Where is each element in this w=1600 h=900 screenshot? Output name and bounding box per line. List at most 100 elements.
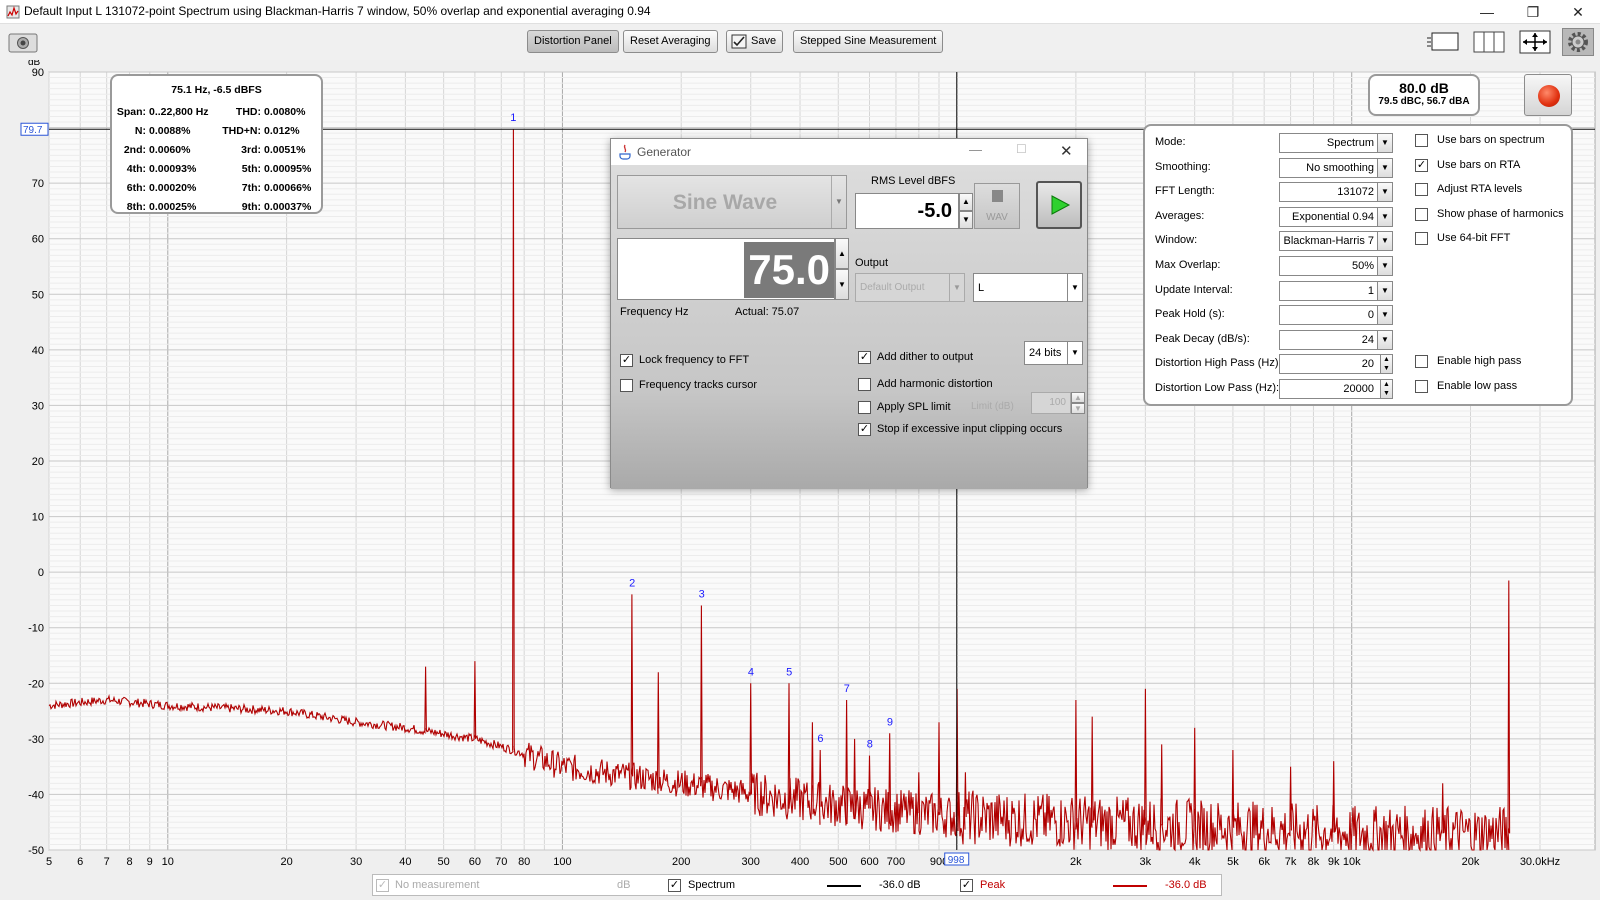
peak-value: -36.0 dB — [1165, 879, 1207, 891]
minimize-icon: — — [1480, 4, 1494, 20]
frequency-input[interactable]: 75.0 — [617, 238, 835, 300]
harmonic-marker: 5 — [786, 666, 792, 678]
chevron-down-icon: ▼ — [1377, 281, 1392, 300]
x-tick-label: 200 — [672, 856, 690, 868]
generator-play-button[interactable] — [1036, 181, 1082, 229]
x-tick-label: 70 — [495, 856, 507, 868]
legend-bar: ✓ No measurement dB ✓ Spectrum -36.0 dB … — [372, 874, 1222, 896]
add-harmonic-checkbox[interactable] — [858, 378, 871, 391]
output-channel-select[interactable]: L ▼ — [973, 273, 1083, 302]
y-tick-label: -50 — [28, 845, 44, 857]
control-select[interactable]: Spectrum ▼ — [1279, 133, 1393, 153]
y-tick-label: 20 — [32, 456, 44, 468]
peak-checkbox[interactable]: ✓ — [960, 879, 973, 892]
record-button[interactable] — [1524, 74, 1572, 116]
control-select[interactable]: Exponential 0.94 ▼ — [1279, 206, 1393, 227]
control-label: Mode: — [1155, 136, 1186, 148]
stop-clipping-checkbox[interactable]: ✓ — [858, 423, 871, 436]
option-checkbox[interactable] — [1415, 232, 1428, 246]
distortion-key: 2nd: — [123, 144, 146, 156]
control-value: Spectrum — [1326, 137, 1374, 149]
limit-input: 100 — [1031, 392, 1071, 414]
zoom-fit-button[interactable] — [1518, 28, 1552, 56]
control-label: Distortion Low Pass (Hz): — [1155, 382, 1280, 394]
waveform-select[interactable]: Sine Wave ▼ — [617, 175, 847, 229]
distortion-panel-button[interactable]: Distortion Panel — [527, 30, 619, 53]
rms-level-input[interactable]: -5.0 — [855, 193, 959, 229]
peak-label: Peak — [980, 879, 1006, 891]
enable-low-pass-checkbox[interactable] — [1415, 380, 1428, 393]
control-label: FFT Length: — [1155, 185, 1215, 198]
option-checkbox[interactable] — [1415, 207, 1428, 221]
wav-button[interactable]: WAV — [974, 183, 1020, 229]
y-tick-label: 90 — [32, 67, 44, 79]
x-tick-label: 40 — [399, 856, 411, 868]
split-view-button[interactable] — [1472, 28, 1506, 56]
add-dither-checkbox[interactable]: ✓ — [858, 351, 871, 364]
close-button[interactable]: ✕ — [1556, 0, 1600, 24]
stepped-sine-button[interactable]: Stepped Sine Measurement — [793, 30, 944, 53]
x-tick-label: 10k — [1343, 856, 1361, 868]
control-select[interactable]: 131072 ▼ — [1279, 182, 1393, 203]
add-harmonic-label: Add harmonic distortion — [877, 378, 993, 390]
spectrum-value: -36.0 dB — [879, 879, 921, 891]
y-tick-label: 10 — [32, 512, 44, 524]
control-label: Peak Hold (s): — [1155, 308, 1225, 321]
x-tick-label: 7k — [1285, 856, 1297, 868]
graph-layout-button[interactable] — [1424, 28, 1462, 56]
generator-close-icon[interactable]: ✕ — [1060, 142, 1073, 160]
apply-spl-checkbox[interactable] — [858, 401, 871, 414]
harmonic-marker: 8 — [867, 739, 873, 751]
x-tick-label: 8k — [1308, 856, 1320, 868]
frequency-value: 75.0 — [744, 242, 834, 298]
option-checkbox[interactable] — [1415, 183, 1428, 197]
lock-frequency-label: Lock frequency to FFT — [639, 354, 750, 366]
bits-select[interactable]: 24 bits ▼ — [1024, 341, 1083, 365]
no-measurement-unit: dB — [617, 879, 631, 891]
x-tick-label: 50 — [438, 856, 450, 868]
add-dither-label: Add dither to output — [877, 351, 974, 363]
reset-averaging-button[interactable]: Reset Averaging — [623, 30, 718, 53]
control-select[interactable]: 1 ▼ — [1279, 280, 1393, 301]
control-select[interactable]: 50% ▼ — [1279, 256, 1393, 276]
control-select[interactable]: 20000 ▲ ▼ — [1279, 379, 1393, 399]
bits-value: 24 bits — [1029, 347, 1062, 359]
generator-titlebar[interactable]: Generator — ☐ ✕ — [611, 139, 1087, 165]
option-checkbox[interactable] — [1415, 134, 1428, 147]
control-select[interactable]: No smoothing ▼ — [1279, 157, 1393, 178]
y-unit-label: dB — [28, 60, 41, 68]
rms-down-icon[interactable]: ▼ — [959, 211, 973, 229]
restore-button[interactable]: ❐ — [1510, 0, 1556, 24]
output-channel-value: L — [978, 282, 985, 294]
spectrum-checkbox[interactable]: ✓ — [668, 879, 681, 892]
harmonic-marker: 9 — [887, 716, 893, 728]
tracks-cursor-checkbox[interactable] — [620, 379, 633, 392]
lock-frequency-checkbox[interactable]: ✓ — [620, 354, 633, 367]
bits-arrow-icon: ▼ — [1067, 342, 1082, 364]
apply-spl-label: Apply SPL limit — [877, 401, 951, 413]
rms-up-icon[interactable]: ▲ — [959, 193, 973, 211]
frequency-down-icon[interactable]: ▼ — [835, 269, 849, 300]
settings-button[interactable] — [1562, 28, 1594, 56]
enable-high-pass-checkbox[interactable] — [1415, 355, 1428, 368]
control-select[interactable]: 0 ▼ — [1279, 305, 1393, 326]
generator-title: Generator — [637, 145, 692, 159]
output-device-select[interactable]: Default Output ▼ — [855, 273, 965, 302]
control-select[interactable]: 24 ▼ — [1279, 329, 1393, 350]
save-button[interactable]: Save — [726, 30, 784, 53]
cursor-x-readout: 998 — [948, 855, 965, 866]
control-select[interactable]: Blackman-Harris 7 ▼ — [1279, 231, 1393, 252]
control-select[interactable]: 20 ▲ ▼ — [1279, 354, 1393, 375]
window-title: Default Input L 131072-point Spectrum us… — [24, 4, 651, 18]
minimize-button[interactable]: — — [1464, 0, 1510, 24]
x-tick-label: 20k — [1462, 856, 1480, 868]
generator-minimize-icon[interactable]: — — [969, 142, 982, 157]
x-tick-label: 500 — [829, 856, 847, 868]
screenshot-button[interactable] — [6, 28, 40, 56]
frequency-up-icon[interactable]: ▲ — [835, 238, 849, 269]
x-tick-label: 60 — [469, 856, 481, 868]
distortion-value: 0.0088% — [149, 125, 191, 137]
option-checkbox[interactable]: ✓ — [1415, 158, 1428, 172]
level-weighted: 79.5 dBC, 56.7 dBA — [1378, 96, 1470, 107]
spectrum-line-swatch — [827, 885, 861, 887]
